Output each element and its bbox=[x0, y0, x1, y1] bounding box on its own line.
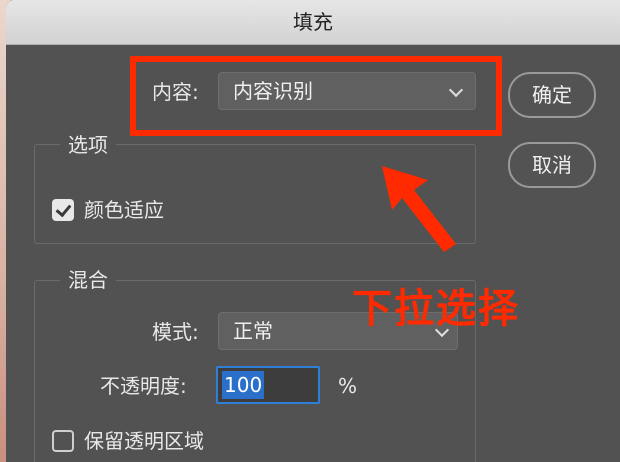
options-group-title: 选项 bbox=[60, 131, 116, 159]
mode-label: 模式: bbox=[152, 320, 199, 344]
checkmark-icon bbox=[55, 200, 72, 218]
dialog-title: 填充 bbox=[293, 10, 333, 34]
preserve-transparency-checkbox[interactable] bbox=[52, 430, 74, 452]
cancel-button[interactable]: 取消 bbox=[508, 142, 596, 188]
color-adapt-checkbox[interactable] bbox=[52, 199, 74, 221]
annotation-arrow-icon bbox=[382, 166, 456, 252]
ok-button[interactable]: 确定 bbox=[508, 72, 596, 118]
title-bar[interactable]: 填充 bbox=[6, 0, 620, 45]
opacity-label: 不透明度: bbox=[100, 374, 187, 398]
opacity-input[interactable]: 100 bbox=[216, 366, 320, 404]
mode-select-value: 正常 bbox=[233, 319, 273, 343]
annotation-highlight-box bbox=[130, 56, 502, 136]
preserve-transparency-label: 保留透明区域 bbox=[84, 429, 204, 453]
annotation-text: 下拉选择 bbox=[352, 286, 520, 332]
fill-dialog: 填充 内容: 内容识别 确定 取消 选项 颜色适应 混合 模式: 正常 不透明度… bbox=[6, 0, 620, 462]
blend-group-title: 混合 bbox=[60, 266, 116, 294]
color-adapt-label: 颜色适应 bbox=[84, 198, 164, 222]
opacity-input-value: 100 bbox=[222, 371, 265, 399]
opacity-unit: % bbox=[338, 374, 358, 398]
